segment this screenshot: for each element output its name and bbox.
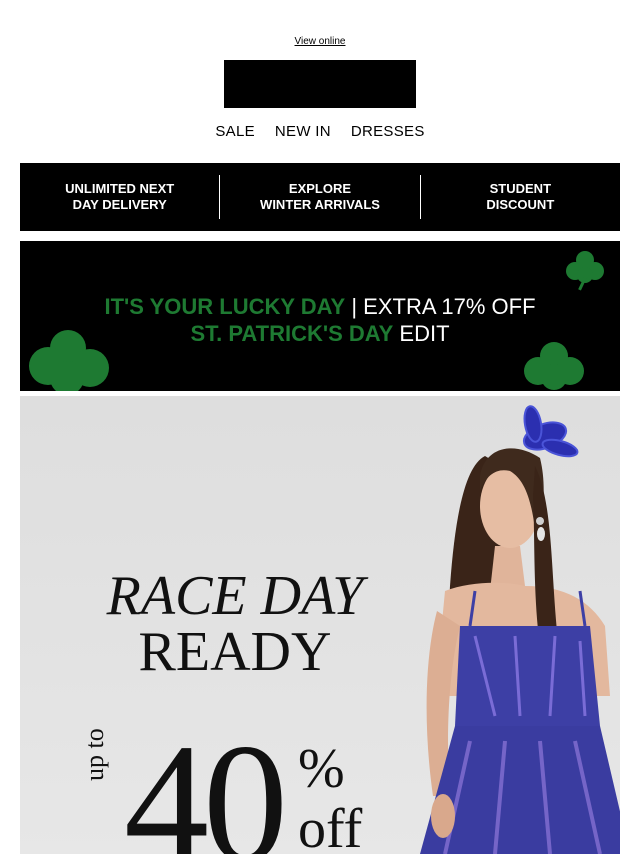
promo-extra-off-text: | EXTRA 17% OFF (345, 294, 536, 319)
hero-off-text: off (298, 798, 363, 854)
model-in-blue-dress-image (420, 405, 620, 854)
hero-discount-number: 40 (124, 709, 288, 854)
usp-bar: UNLIMITED NEXT DAY DELIVERY EXPLORE WINT… (20, 163, 620, 231)
usp-student-discount[interactable]: STUDENT DISCOUNT (421, 181, 620, 213)
nav-item-new-in[interactable]: NEW IN (275, 123, 331, 140)
hero-up-to-text: up to (80, 728, 109, 781)
nav-item-sale[interactable]: SALE (215, 123, 255, 140)
brand-logo[interactable] (224, 60, 416, 108)
shamrock-icon (566, 251, 604, 291)
usp-winter-arrivals[interactable]: EXPLORE WINTER ARRIVALS (220, 181, 419, 213)
nav-item-dresses[interactable]: DRESSES (351, 123, 425, 140)
view-online-link[interactable]: View online (0, 36, 640, 47)
hero-title-line2: READY (138, 621, 332, 683)
hero-percent-sign: % (298, 738, 345, 800)
promo-st-patricks-text: ST. PATRICK'S DAY (190, 321, 394, 346)
promo-subheadline: ST. PATRICK'S DAY EDIT (20, 321, 620, 347)
promo-lucky-day-text: IT'S YOUR LUCKY DAY (104, 294, 346, 319)
promo-headline: IT'S YOUR LUCKY DAY | EXTRA 17% OFF (20, 294, 620, 320)
promo-edit-text: EDIT (393, 321, 450, 346)
race-day-hero-banner[interactable]: RACE DAY READY up to 40 % off (20, 396, 620, 854)
usp-next-day-delivery[interactable]: UNLIMITED NEXT DAY DELIVERY (20, 181, 219, 213)
st-patricks-promo-banner[interactable]: IT'S YOUR LUCKY DAY | EXTRA 17% OFF ST. … (20, 241, 620, 391)
hero-title-line1: RACE DAY (106, 565, 364, 627)
top-navigation: SALE NEW IN DRESSES (0, 123, 640, 140)
